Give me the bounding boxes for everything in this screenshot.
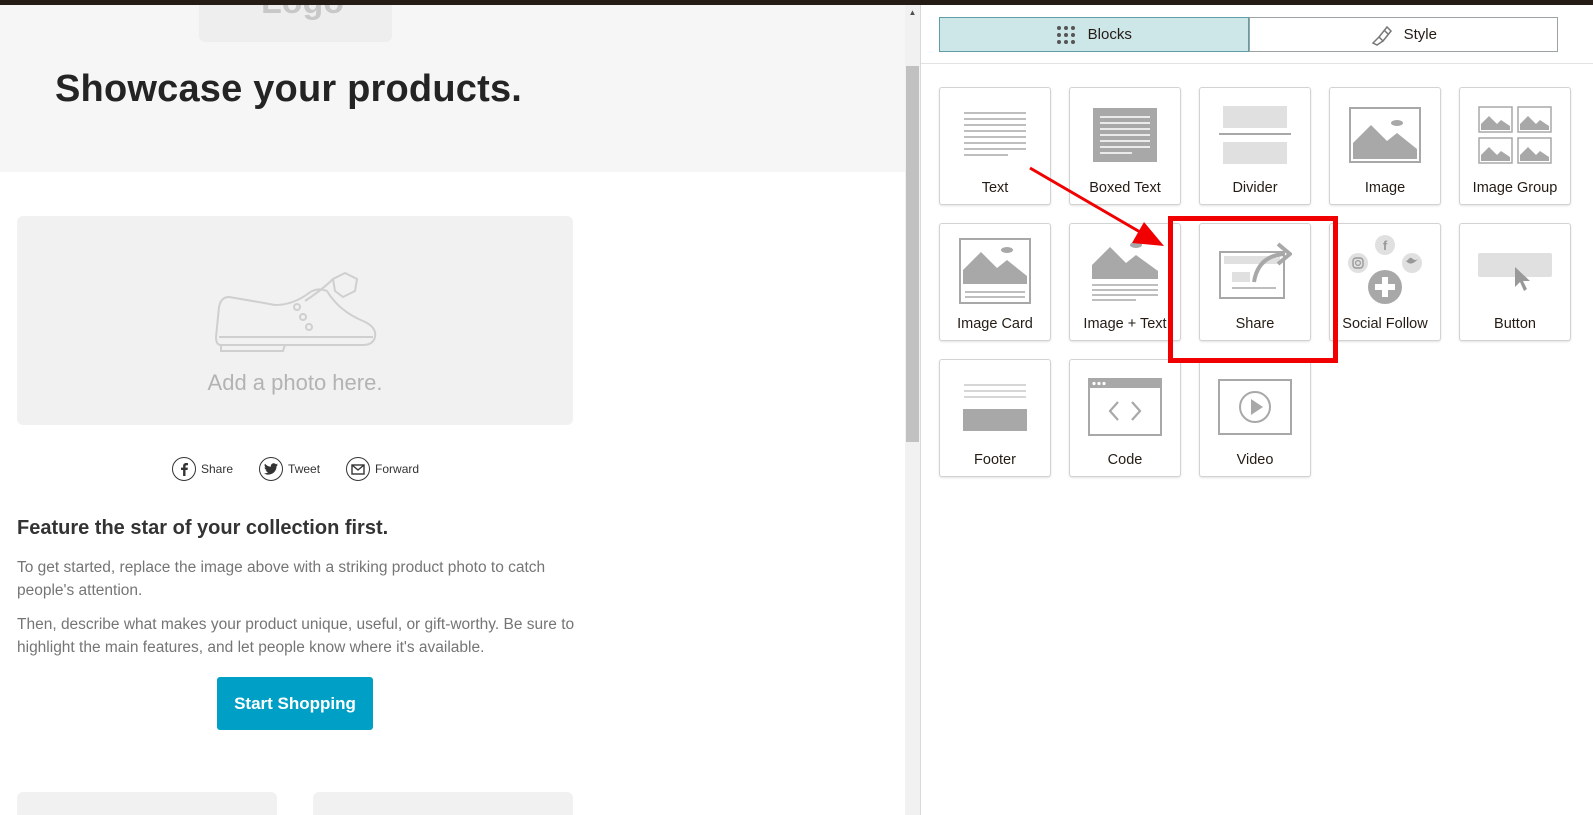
body-paragraph-1: To get started, replace the image above … bbox=[17, 559, 546, 599]
email-icon bbox=[346, 457, 371, 481]
block-label: Divider bbox=[1232, 180, 1278, 196]
content-blocks-panel: Blocks Style Text Boxed Text Divider Ima… bbox=[921, 5, 1593, 815]
block-image[interactable]: Image bbox=[1329, 87, 1441, 205]
button-block-icon bbox=[1478, 253, 1552, 291]
image-card-block-icon bbox=[959, 238, 1031, 304]
block-label: Code bbox=[1107, 452, 1143, 468]
block-label: Video bbox=[1236, 452, 1274, 468]
email-preview: Logo Showcase your products. Add a photo… bbox=[0, 5, 905, 815]
share-forward-button[interactable]: Forward bbox=[346, 457, 419, 481]
block-label: Boxed Text bbox=[1089, 180, 1161, 196]
facebook-icon bbox=[172, 457, 196, 481]
hero-title: Showcase your products. bbox=[55, 68, 523, 110]
block-divider[interactable]: Divider bbox=[1199, 87, 1311, 205]
product-card-placeholder[interactable] bbox=[313, 792, 573, 815]
tab-blocks[interactable]: Blocks bbox=[939, 17, 1249, 52]
boxed-text-block-icon bbox=[1093, 108, 1157, 162]
logo-text: Logo bbox=[261, 5, 344, 22]
footer-block-icon bbox=[963, 384, 1027, 431]
block-label: Image Group bbox=[1472, 180, 1558, 196]
annotation-highlight-box bbox=[1168, 216, 1338, 363]
tabs-divider bbox=[921, 63, 1593, 64]
block-label: Text bbox=[981, 180, 1009, 196]
block-code[interactable]: Code bbox=[1069, 359, 1181, 477]
block-label: Image + Text bbox=[1083, 316, 1167, 332]
share-twitter-button[interactable]: Tweet bbox=[259, 457, 320, 481]
tab-style-label: Style bbox=[1403, 26, 1437, 43]
block-image-card[interactable]: Image Card bbox=[939, 223, 1051, 341]
block-image-text[interactable]: Image + Text bbox=[1069, 223, 1181, 341]
divider-block-icon bbox=[1219, 106, 1291, 164]
body-paragraph-2: Then, describe what makes your product u… bbox=[17, 616, 575, 656]
panel-tabs: Blocks Style bbox=[939, 17, 1558, 52]
block-video[interactable]: Video bbox=[1199, 359, 1311, 477]
photo-placeholder-text: Add a photo here. bbox=[207, 370, 383, 395]
tab-blocks-label: Blocks bbox=[1087, 26, 1132, 43]
feature-title: Feature the star of your collection firs… bbox=[17, 517, 389, 539]
block-label: Image Card bbox=[957, 316, 1033, 332]
scroll-up-arrow-icon[interactable]: ▲ bbox=[905, 7, 920, 19]
preview-scrollbar[interactable]: ▲ bbox=[905, 5, 920, 815]
block-text[interactable]: Text bbox=[939, 87, 1051, 205]
photo-placeholder[interactable]: Add a photo here. bbox=[17, 216, 573, 425]
text-block-icon bbox=[964, 112, 1026, 156]
image-text-block-icon bbox=[1092, 242, 1158, 301]
code-block-icon bbox=[1088, 378, 1162, 436]
block-button[interactable]: Button bbox=[1459, 223, 1571, 341]
block-label: Button bbox=[1494, 316, 1536, 332]
shoe-icon bbox=[214, 271, 377, 352]
svg-text:f: f bbox=[1383, 238, 1388, 253]
twitter-icon bbox=[259, 457, 284, 481]
share-bar: Share Tweet Forward bbox=[172, 457, 445, 481]
block-label: Image bbox=[1364, 180, 1406, 196]
block-label: Social Follow bbox=[1342, 316, 1428, 332]
block-image-group[interactable]: Image Group bbox=[1459, 87, 1571, 205]
block-social-follow[interactable]: f Social Follow bbox=[1329, 223, 1441, 341]
scrollbar-thumb[interactable] bbox=[906, 66, 919, 442]
share-label: Share bbox=[201, 462, 234, 476]
image-block-icon bbox=[1349, 107, 1421, 163]
social-follow-block-icon: f bbox=[1348, 235, 1422, 304]
forward-label: Forward bbox=[375, 462, 420, 476]
start-shopping-button[interactable]: Start Shopping bbox=[217, 677, 373, 730]
block-label: Footer bbox=[974, 452, 1016, 468]
product-card-placeholder[interactable] bbox=[17, 792, 277, 815]
block-footer[interactable]: Footer bbox=[939, 359, 1051, 477]
logo-placeholder[interactable]: Logo bbox=[199, 5, 392, 42]
video-block-icon bbox=[1218, 379, 1292, 435]
grid-icon bbox=[1056, 25, 1076, 45]
image-group-block-icon bbox=[1478, 106, 1552, 164]
share-facebook-button[interactable]: Share bbox=[172, 457, 233, 481]
paint-brush-icon bbox=[1370, 24, 1392, 46]
tab-style[interactable]: Style bbox=[1248, 17, 1558, 52]
tweet-label: Tweet bbox=[288, 462, 321, 476]
header-section: Logo Showcase your products. bbox=[0, 5, 905, 172]
block-boxed-text[interactable]: Boxed Text bbox=[1069, 87, 1181, 205]
